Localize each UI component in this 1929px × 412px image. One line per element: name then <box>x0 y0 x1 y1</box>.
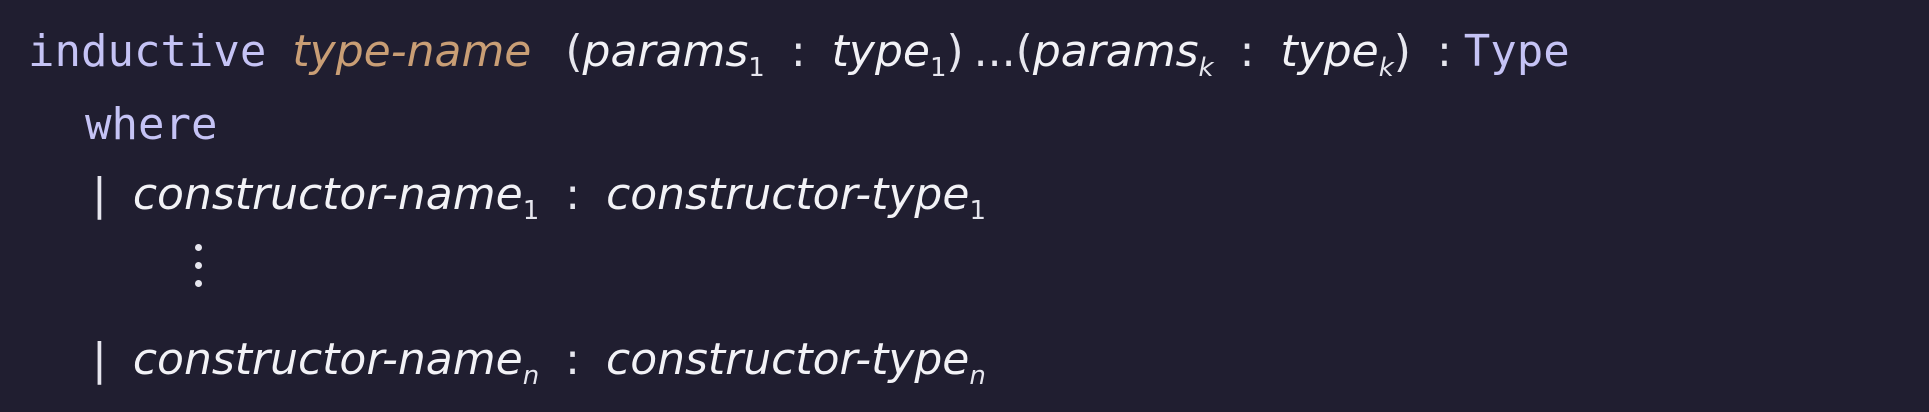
constructor-name-n-subscript: n <box>522 361 540 391</box>
constructor-line-n: | constructor-namen: constructor-typen <box>92 330 986 391</box>
colon-1: : <box>790 26 806 77</box>
constructor-name-1: constructor-name <box>132 169 523 220</box>
constructor-bar-n: | <box>92 334 107 385</box>
open-paren-1: ( <box>565 26 583 77</box>
colon-k: : <box>1239 26 1255 77</box>
type-k: type <box>1280 26 1379 77</box>
open-paren-k: ( <box>1015 26 1033 77</box>
colon-result: : <box>1436 26 1452 77</box>
where-line: where <box>85 95 217 155</box>
params-1: params <box>582 26 749 77</box>
type-name-placeholder: type-name <box>292 26 532 77</box>
keyword-where: where <box>85 99 218 150</box>
constructor-type-n: constructor-type <box>606 334 970 385</box>
type-1-subscript: 1 <box>929 53 947 83</box>
constructor-colon-n: : <box>565 334 580 385</box>
constructor-type-1: constructor-type <box>606 169 970 220</box>
signature-line: inductive type-name (params1: type1) ...(par… <box>28 22 1570 83</box>
type-k-subscript: k <box>1378 53 1394 83</box>
constructor-colon-1: : <box>565 169 581 220</box>
vertical-ellipsis-icon <box>190 238 204 298</box>
ellipsis: ... <box>973 26 1016 77</box>
constructor-name-n: constructor-name <box>132 334 523 385</box>
vertical-ellipsis-line <box>190 238 204 298</box>
close-paren-k: ) <box>1393 26 1411 77</box>
constructor-line-1: | constructor-name1: constructor-type1 <box>92 165 986 226</box>
result-type: Type <box>1463 26 1570 77</box>
constructor-type-n-subscript: n <box>969 361 986 391</box>
constructor-name-1-subscript: 1 <box>522 196 540 226</box>
constructor-bar-1: | <box>92 169 107 220</box>
constructor-type-1-subscript: 1 <box>969 196 986 226</box>
params-k-subscript: k <box>1198 53 1214 83</box>
type-1: type <box>831 26 930 77</box>
inductive-definition-code-block: inductive type-name (params1: type1) ...(par… <box>0 0 1929 412</box>
keyword-inductive: inductive <box>28 26 267 77</box>
close-paren-1: ) <box>946 26 964 77</box>
params-1-subscript: 1 <box>748 53 765 83</box>
params-k: params <box>1032 26 1199 77</box>
